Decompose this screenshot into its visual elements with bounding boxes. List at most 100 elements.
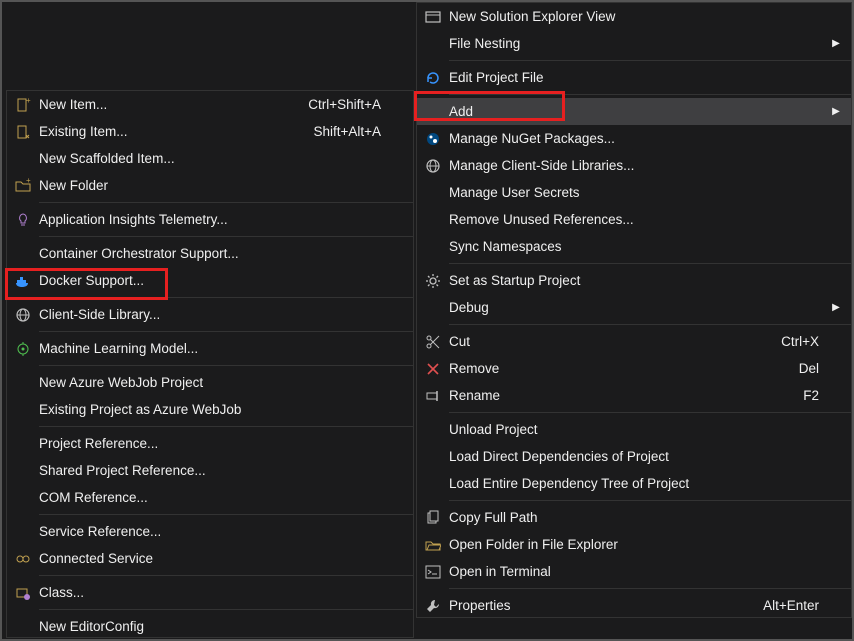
menu-item-shortcut: F2 xyxy=(803,388,829,403)
left_menu-item[interactable]: Client-Side Library... xyxy=(7,301,413,328)
submenu-arrow-icon: ▶ xyxy=(829,302,843,313)
menu-separator xyxy=(39,575,413,576)
menu-item-label: COM Reference... xyxy=(39,490,391,505)
menu-separator xyxy=(449,60,851,61)
menu-item-label: New Solution Explorer View xyxy=(449,9,829,24)
existing-item-icon xyxy=(7,124,39,140)
menu-item-shortcut: Del xyxy=(799,361,829,376)
x-icon xyxy=(417,361,449,377)
left_menu-item[interactable]: COM Reference... xyxy=(7,484,413,511)
right_menu-item[interactable]: Manage NuGet Packages... xyxy=(417,125,851,152)
menu-item-label: Unload Project xyxy=(449,422,829,437)
left_menu-item[interactable]: Container Orchestrator Support... xyxy=(7,240,413,267)
right_menu-item[interactable]: File Nesting▶ xyxy=(417,30,851,57)
globe-icon xyxy=(417,158,449,174)
menu-item-shortcut: Ctrl+X xyxy=(781,334,829,349)
menu-item-label: Application Insights Telemetry... xyxy=(39,212,391,227)
menu-separator xyxy=(449,94,851,95)
add-submenu[interactable]: New Item...Ctrl+Shift+AExisting Item...S… xyxy=(6,90,414,638)
right_menu-item[interactable]: PropertiesAlt+Enter xyxy=(417,592,851,619)
menu-item-label: Service Reference... xyxy=(39,524,391,539)
menu-separator xyxy=(449,412,851,413)
left_menu-item[interactable]: Shared Project Reference... xyxy=(7,457,413,484)
submenu-arrow-icon: ▶ xyxy=(829,38,843,49)
menu-item-label: Open in Terminal xyxy=(449,564,829,579)
left_menu-item[interactable]: Existing Project as Azure WebJob xyxy=(7,396,413,423)
right_menu-item[interactable]: Load Entire Dependency Tree of Project xyxy=(417,470,851,497)
left_menu-item[interactable]: New Azure WebJob Project xyxy=(7,369,413,396)
right_menu-item[interactable]: Add▶ xyxy=(417,98,851,125)
right_menu-item[interactable]: Manage Client-Side Libraries... xyxy=(417,152,851,179)
left_menu-item[interactable]: Project Reference... xyxy=(7,430,413,457)
menu-item-label: Debug xyxy=(449,300,829,315)
menu-item-shortcut: Alt+Enter xyxy=(763,598,829,613)
menu-item-label: New Folder xyxy=(39,178,391,193)
menu-separator xyxy=(39,297,413,298)
menu-item-label: Docker Support... xyxy=(39,273,391,288)
menu-item-label: Manage NuGet Packages... xyxy=(449,131,829,146)
menu-item-label: Properties xyxy=(449,598,763,613)
right_menu-item[interactable]: Unload Project xyxy=(417,416,851,443)
submenu-arrow-icon: ▶ xyxy=(829,106,843,117)
right_menu-item[interactable]: Open in Terminal xyxy=(417,558,851,585)
menu-item-label: New Azure WebJob Project xyxy=(39,375,391,390)
menu-item-label: New Scaffolded Item... xyxy=(39,151,391,166)
menu-separator xyxy=(449,324,851,325)
right_menu-item[interactable]: Open Folder in File Explorer xyxy=(417,531,851,558)
menu-item-label: Cut xyxy=(449,334,781,349)
left_menu-item[interactable]: New Item...Ctrl+Shift+A xyxy=(7,91,413,118)
menu-item-label: Existing Item... xyxy=(39,124,313,139)
docker-icon xyxy=(7,273,39,289)
right_menu-item[interactable]: Copy Full Path xyxy=(417,504,851,531)
solution-icon xyxy=(417,9,449,25)
menu-item-label: Load Entire Dependency Tree of Project xyxy=(449,476,829,491)
left_menu-item[interactable]: New Folder xyxy=(7,172,413,199)
rename-icon xyxy=(417,388,449,404)
project-context-menu[interactable]: New Solution Explorer ViewFile Nesting▶E… xyxy=(416,2,852,618)
menu-item-label: Client-Side Library... xyxy=(39,307,391,322)
scissors-icon xyxy=(417,334,449,350)
menu-item-label: Edit Project File xyxy=(449,70,829,85)
menu-item-label: Container Orchestrator Support... xyxy=(39,246,391,261)
menu-separator xyxy=(39,365,413,366)
menu-item-label: Manage User Secrets xyxy=(449,185,829,200)
left_menu-item[interactable]: New EditorConfig xyxy=(7,613,413,640)
menu-item-label: Connected Service xyxy=(39,551,391,566)
menu-item-label: Project Reference... xyxy=(39,436,391,451)
terminal-icon xyxy=(417,564,449,580)
menu-separator xyxy=(39,236,413,237)
right_menu-item[interactable]: Set as Startup Project xyxy=(417,267,851,294)
menu-item-label: Open Folder in File Explorer xyxy=(449,537,829,552)
left_menu-item[interactable]: Connected Service xyxy=(7,545,413,572)
left_menu-item[interactable]: Class... xyxy=(7,579,413,606)
menu-separator xyxy=(39,514,413,515)
right_menu-item[interactable]: Debug▶ xyxy=(417,294,851,321)
menu-item-label: Existing Project as Azure WebJob xyxy=(39,402,391,417)
right_menu-item[interactable]: Manage User Secrets xyxy=(417,179,851,206)
left_menu-item[interactable]: Machine Learning Model... xyxy=(7,335,413,362)
menu-item-label: Shared Project Reference... xyxy=(39,463,391,478)
menu-item-label: Add xyxy=(449,104,829,119)
menu-item-label: New Item... xyxy=(39,97,308,112)
left_menu-item[interactable]: Docker Support... xyxy=(7,267,413,294)
folder-open-icon xyxy=(417,537,449,553)
right_menu-item[interactable]: CutCtrl+X xyxy=(417,328,851,355)
right_menu-item[interactable]: New Solution Explorer View xyxy=(417,3,851,30)
new-item-icon xyxy=(7,97,39,113)
menu-separator xyxy=(449,588,851,589)
menu-separator xyxy=(39,331,413,332)
right_menu-item[interactable]: RemoveDel xyxy=(417,355,851,382)
right_menu-item[interactable]: RenameF2 xyxy=(417,382,851,409)
left_menu-item[interactable]: Existing Item...Shift+Alt+A xyxy=(7,118,413,145)
menu-item-label: File Nesting xyxy=(449,36,829,51)
right_menu-item[interactable]: Load Direct Dependencies of Project xyxy=(417,443,851,470)
menu-item-label: Manage Client-Side Libraries... xyxy=(449,158,829,173)
right_menu-item[interactable]: Remove Unused References... xyxy=(417,206,851,233)
menu-item-shortcut: Shift+Alt+A xyxy=(313,124,391,139)
left_menu-item[interactable]: Service Reference... xyxy=(7,518,413,545)
left_menu-item[interactable]: New Scaffolded Item... xyxy=(7,145,413,172)
right_menu-item[interactable]: Edit Project File xyxy=(417,64,851,91)
right_menu-item[interactable]: Sync Namespaces xyxy=(417,233,851,260)
gear-icon xyxy=(417,273,449,289)
left_menu-item[interactable]: Application Insights Telemetry... xyxy=(7,206,413,233)
